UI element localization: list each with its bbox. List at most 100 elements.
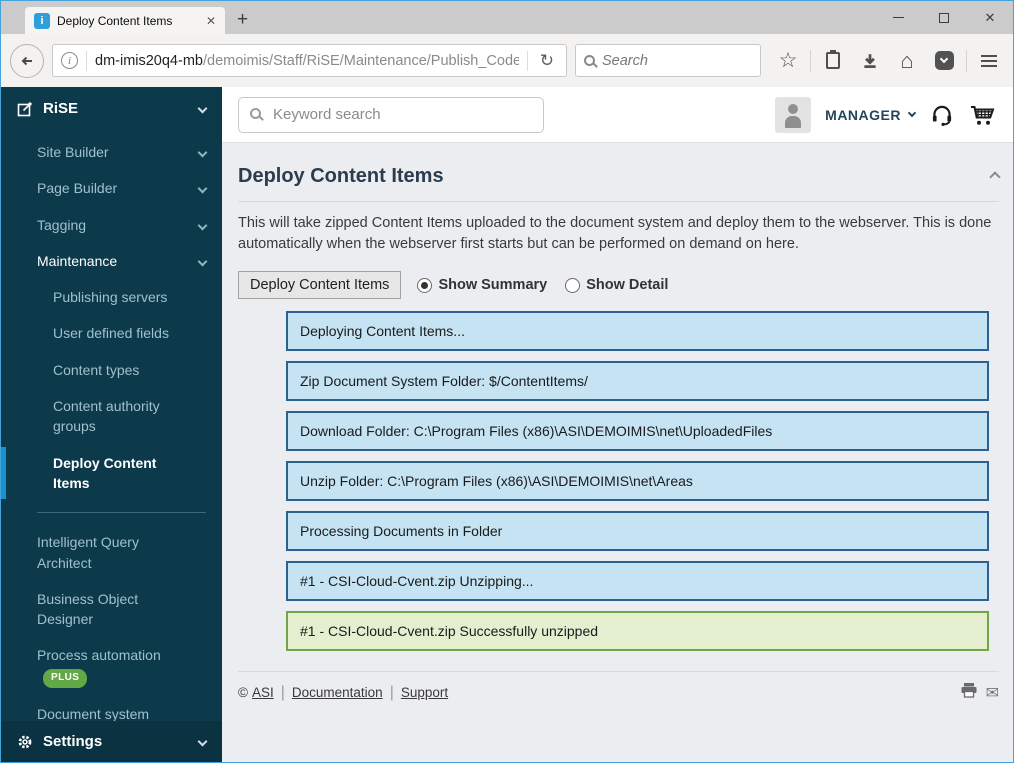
sidebar-item-label: Content authority groups [53,398,160,435]
status-message-text: Zip Document System Folder: $/ContentIte… [300,373,588,390]
page-description: This will take zipped Content Items uplo… [238,215,992,253]
sidebar-nav-item[interactable]: Deploy Content Items [1,445,222,502]
status-message: Unzip Folder: C:\Program Files (x86)\ASI… [286,461,989,502]
controls-row: Deploy Content Items Show Summary Show D… [238,271,999,300]
back-arrow-icon [21,56,32,65]
print-icon[interactable] [960,682,978,703]
menu-hamburger-icon[interactable] [974,46,1004,76]
sidebar-title: RiSE [43,100,79,117]
status-message-text: Deploying Content Items... [300,323,465,340]
footer-link[interactable]: Support [401,685,448,700]
maximize-button[interactable] [921,1,967,34]
page-title: Deploy Content Items [238,165,444,187]
url-path: /demoimis/Staff/RiSE/Maintenance/Publish… [202,52,519,69]
url-bar[interactable]: i dm-imis20q4-mb/demoimis/Staff/RiSE/Mai… [52,44,567,77]
bookmark-star-icon[interactable]: ☆ [773,46,803,76]
divider [238,671,999,673]
bookmarks-list-icon[interactable] [818,46,848,76]
browser-window: i Deploy Content Items ✕ + ✕ i dm-imis20… [0,0,1014,763]
sidebar-nav-list: Site Builder Page Builder Tagging Mainte… [1,128,222,762]
chevron-down-icon [197,103,208,114]
chevron-down-icon [197,183,208,194]
sidebar-nav-item[interactable]: Tagging [1,207,222,243]
sidebar-nav-item[interactable]: Content types [1,352,222,388]
sidebar-item-label: Maintenance [37,252,118,269]
content-panel: Deploy Content Items This will take zipp… [222,143,1013,762]
status-message-text: Unzip Folder: C:\Program Files (x86)\ASI… [300,473,693,490]
app-area: RiSE Site Builder Page Builder Tagging M… [1,87,1013,762]
status-message: #1 - CSI-Cloud-Cvent.zip Successfully un… [286,611,989,652]
sidebar-nav-item[interactable]: Publishing servers [1,279,222,315]
shopping-cart-icon[interactable] [969,102,997,128]
close-button[interactable]: ✕ [967,1,1013,34]
sidebar-item-label: Deploy Content Items [53,454,157,491]
footer-link[interactable]: ASI [252,685,274,700]
imis-favicon-icon: i [34,12,50,29]
minimize-button[interactable] [875,1,921,34]
sidebar-item-label: Site Builder [37,144,109,160]
status-message: Zip Document System Folder: $/ContentIte… [286,361,989,402]
sidebar-nav-item[interactable]: Site Builder [1,134,222,170]
panel-collapse-button[interactable] [989,168,1001,186]
radio-button-icon[interactable] [417,277,433,293]
sidebar-nav-item[interactable]: Page Builder [1,170,222,206]
browser-tab[interactable]: i Deploy Content Items ✕ [25,7,225,34]
radio-label: Show Summary [438,277,548,294]
sidebar-item-label: Business Object Designer [37,590,139,628]
chevron-up-icon [989,170,1001,183]
sidebar: RiSE Site Builder Page Builder Tagging M… [1,87,222,762]
status-message: Download Folder: C:\Program Files (x86)\… [286,411,989,452]
status-message: Processing Documents in Folder [286,511,989,552]
app-top-bar: MANAGER [222,87,1013,143]
status-message-text: #1 - CSI-Cloud-Cvent.zip Successfully un… [300,623,599,640]
chevron-down-icon [907,108,917,118]
home-icon[interactable]: ⌂ [892,46,922,76]
sidebar-item-label: Tagging [37,216,87,233]
deploy-content-items-button[interactable]: Deploy Content Items [238,271,402,300]
footer-link[interactable]: Documentation [292,685,383,700]
back-button[interactable] [10,43,44,78]
email-icon[interactable]: ✉ [986,683,999,703]
sidebar-nav-item[interactable]: Intelligent Query Architect [1,524,222,581]
browser-search-bar[interactable] [575,44,761,77]
sidebar-nav-item[interactable]: Maintenance [1,243,222,279]
urlbar-divider [526,50,528,71]
radio-option[interactable]: Show Detail [565,277,668,293]
sidebar-nav-item[interactable]: User defined fields [1,315,222,351]
new-tab-button[interactable]: + [237,7,248,33]
sidebar-item-label: Page Builder [37,180,118,197]
urlbar-divider [86,50,87,71]
gear-icon [18,735,32,748]
radio-option[interactable]: Show Summary [417,277,547,293]
user-avatar[interactable] [775,96,812,133]
sidebar-item-label: Intelligent Query Architect [37,534,139,571]
sidebar-nav-item[interactable]: Content authority groups [1,388,222,445]
sidebar-nav-item[interactable]: Business Object Designer [1,581,222,638]
status-message: #1 - CSI-Cloud-Cvent.zip Unzipping... [286,561,989,602]
reload-icon[interactable]: ↻ [536,51,558,71]
pocket-icon[interactable] [929,46,959,76]
sidebar-header-rise[interactable]: RiSE [1,87,222,128]
tab-close-icon[interactable]: ✕ [206,14,216,28]
support-headset-icon[interactable] [929,102,955,128]
page-footer: © ASI | Documentation | Support ✉ [238,671,999,715]
search-icon [250,107,261,119]
status-message-text: #1 - CSI-Cloud-Cvent.zip Unzipping... [300,573,534,590]
toolbar-separator [810,49,811,72]
radio-button-icon[interactable] [565,277,581,293]
browser-search-input[interactable] [602,52,752,69]
sidebar-nav-item[interactable]: Process automation PLUS [1,637,222,696]
sidebar-divider [37,512,206,514]
downloads-icon[interactable] [855,46,885,76]
radio-label: Show Detail [586,277,669,294]
sidebar-item-settings[interactable]: Settings [1,721,222,762]
main-column: MANAGER Deploy Content Items This will t… [222,87,1013,762]
user-menu[interactable]: MANAGER [825,107,917,123]
url-text[interactable]: dm-imis20q4-mb/demoimis/Staff/RiSE/Maint… [95,53,519,69]
status-message-list: Deploying Content Items... Zip Document … [286,311,989,652]
browser-toolbar: i dm-imis20q4-mb/demoimis/Staff/RiSE/Mai… [1,34,1013,87]
keyword-search-input[interactable] [238,96,544,133]
chevron-down-icon [197,220,208,231]
page-info-icon[interactable]: i [61,52,78,69]
window-controls: ✕ [875,1,1013,34]
